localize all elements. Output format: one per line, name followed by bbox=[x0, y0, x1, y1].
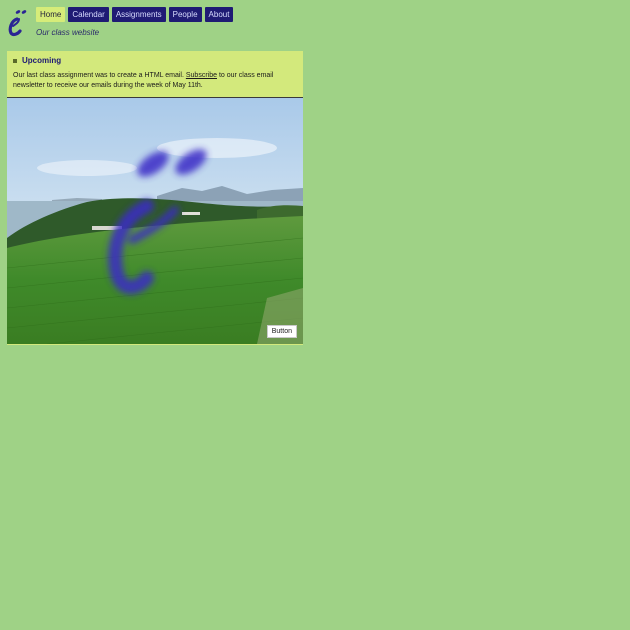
card-title-row: Upcoming bbox=[13, 56, 297, 65]
site-tagline: Our class website bbox=[36, 28, 100, 37]
upcoming-card: Upcoming Our last class assignment was t… bbox=[7, 51, 303, 345]
nav-calendar[interactable]: Calendar bbox=[68, 7, 109, 22]
subscribe-link[interactable]: Subscribe bbox=[186, 72, 217, 79]
card-text-intro: Our last class assignment was to create … bbox=[13, 72, 186, 79]
site-logo-icon[interactable] bbox=[7, 7, 29, 37]
nav-people[interactable]: People bbox=[168, 7, 202, 22]
nav-about[interactable]: About bbox=[204, 7, 234, 22]
nav-home[interactable]: Home bbox=[36, 7, 66, 22]
card-body-text: Our last class assignment was to create … bbox=[13, 71, 297, 91]
card-header: Upcoming Our last class assignment was t… bbox=[7, 51, 303, 98]
nav-assignments[interactable]: Assignments bbox=[111, 7, 166, 22]
card-title: Upcoming bbox=[22, 56, 62, 65]
bullet-square-icon bbox=[13, 58, 17, 63]
main-nav: Home Calendar Assignments People About bbox=[36, 7, 234, 22]
landscape-photo: Button bbox=[7, 98, 303, 344]
photo-action-button[interactable]: Button bbox=[266, 325, 297, 338]
